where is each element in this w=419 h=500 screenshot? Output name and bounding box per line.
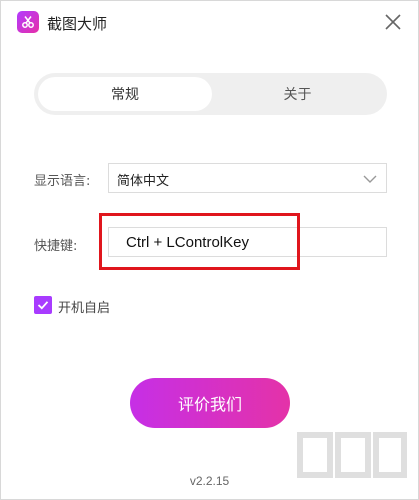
autostart-label[interactable]: 开机自启 (58, 297, 110, 316)
app-window: 截图大师 常规 关于 显示语言: 简体中文 快捷键: Ctrl + LContr… (0, 0, 419, 500)
close-icon (385, 14, 401, 30)
version-label: v2.2.15 (189, 474, 230, 488)
language-select[interactable]: 简体中文 (108, 163, 387, 193)
scissors-icon (17, 11, 39, 33)
checkmark-icon (37, 301, 49, 310)
title-bar: 截图大师 (1, 1, 418, 45)
language-value: 简体中文 (117, 174, 170, 189)
tab-about[interactable]: 关于 (212, 77, 383, 111)
language-label: 显示语言: (34, 174, 91, 189)
highlight-annotation-box (99, 213, 300, 270)
autostart-checkbox[interactable] (34, 296, 52, 314)
chevron-down-icon (363, 175, 377, 183)
app-title: 截图大师 (47, 15, 108, 33)
tab-general[interactable]: 常规 (38, 77, 212, 111)
hotkey-label: 快捷键: (34, 239, 78, 254)
tab-bar: 常规 关于 (34, 73, 387, 115)
rate-us-button[interactable]: 评价我们 (130, 378, 290, 428)
close-button[interactable] (382, 11, 404, 33)
